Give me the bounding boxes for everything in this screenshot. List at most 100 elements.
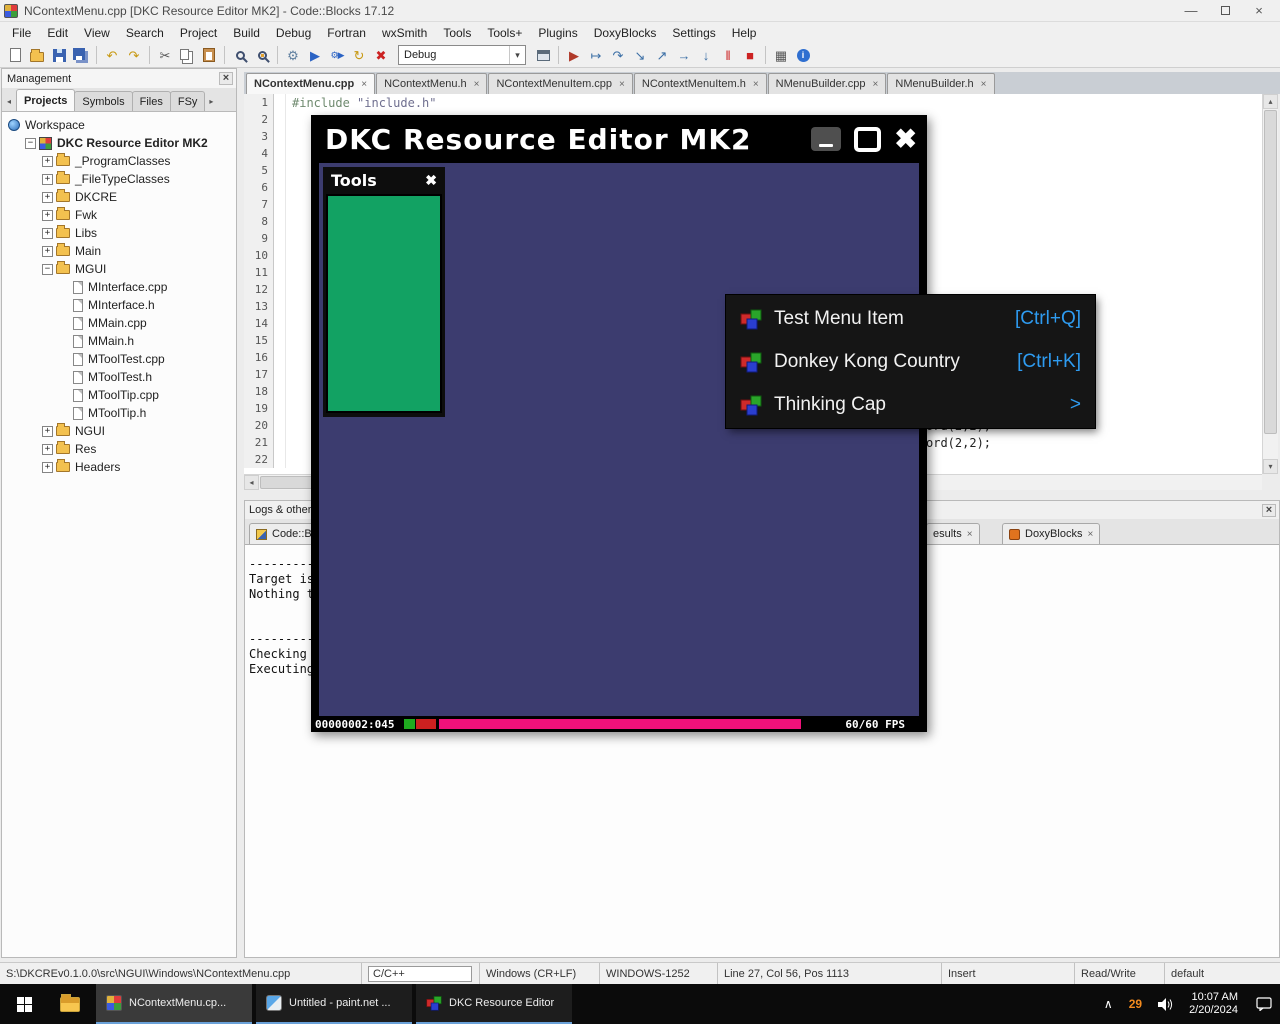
- tab-close-icon[interactable]: ×: [753, 79, 759, 90]
- editor-tab-ncontextmenu-h[interactable]: NContextMenu.h×: [376, 73, 487, 94]
- tree-item-mtooltip-cpp[interactable]: MToolTip.cpp: [2, 386, 236, 404]
- menu-search[interactable]: Search: [118, 23, 172, 43]
- debug-window-button[interactable]: [532, 44, 554, 66]
- tools-close-icon[interactable]: ✖: [425, 172, 437, 189]
- editor-tab-ncontextmenuitem-cpp[interactable]: NContextMenuItem.cpp×: [488, 73, 632, 94]
- menu-doxyblocks[interactable]: DoxyBlocks: [586, 23, 665, 43]
- tree-item-filetypeclasses[interactable]: +_FileTypeClasses: [2, 170, 236, 188]
- copy-button[interactable]: [176, 44, 198, 66]
- taskbar-app-dkc-resource-editor[interactable]: DKC Resource Editor: [416, 984, 572, 1024]
- tree-item-dkc-resource-editor-mk2[interactable]: −DKC Resource Editor MK2: [2, 134, 236, 152]
- tray-chevron-up-icon[interactable]: ∧: [1096, 984, 1121, 1024]
- file-explorer-button[interactable]: [48, 984, 92, 1024]
- editor-tab-nmenubuilder-cpp[interactable]: NMenuBuilder.cpp×: [768, 73, 887, 94]
- editor-tab-nmenubuilder-h[interactable]: NMenuBuilder.h×: [887, 73, 994, 94]
- tab-close-icon[interactable]: ×: [361, 79, 367, 90]
- scroll-left-icon[interactable]: ◂: [244, 475, 259, 490]
- menu-build[interactable]: Build: [225, 23, 268, 43]
- expand-box-icon[interactable]: +: [42, 246, 53, 257]
- menu-settings[interactable]: Settings: [664, 23, 723, 43]
- tree-item-dkcre[interactable]: +DKCRE: [2, 188, 236, 206]
- tree-item-minterface-cpp[interactable]: MInterface.cpp: [2, 278, 236, 296]
- dkc-titlebar[interactable]: DKC Resource Editor MK2 ✖: [311, 115, 927, 163]
- menu-wxsmith[interactable]: wxSmith: [374, 23, 435, 43]
- editor-tab-ncontextmenu-cpp[interactable]: NContextMenu.cpp×: [246, 73, 375, 94]
- tree-item-mgui[interactable]: −MGUI: [2, 260, 236, 278]
- next-line-button[interactable]: ↷: [607, 44, 629, 66]
- log-tab-esults[interactable]: esults×: [926, 523, 980, 544]
- tab-close-icon[interactable]: ×: [619, 79, 625, 90]
- expand-box-icon[interactable]: +: [42, 156, 53, 167]
- build-button[interactable]: ⚙: [282, 44, 304, 66]
- editor-tab-ncontextmenuitem-h[interactable]: NContextMenuItem.h×: [634, 73, 767, 94]
- abort-build-button[interactable]: ✖: [370, 44, 392, 66]
- tray-temperature[interactable]: 29: [1121, 984, 1150, 1024]
- tools-palette-titlebar[interactable]: Tools ✖: [323, 167, 445, 193]
- editor-vertical-scrollbar[interactable]: ▴ ▾: [1262, 94, 1278, 474]
- context-menu-item-donkey-kong-country[interactable]: Donkey Kong Country[Ctrl+K]: [726, 340, 1095, 383]
- tree-item-mmain-cpp[interactable]: MMain.cpp: [2, 314, 236, 332]
- dkc-close-button[interactable]: ✖: [894, 127, 917, 152]
- menu-view[interactable]: View: [76, 23, 118, 43]
- expand-box-icon[interactable]: +: [42, 462, 53, 473]
- dkc-maximize-button[interactable]: [854, 127, 881, 152]
- step-into-button[interactable]: ↘: [629, 44, 651, 66]
- tree-item-mmain-h[interactable]: MMain.h: [2, 332, 236, 350]
- menu-plugins[interactable]: Plugins: [530, 23, 585, 43]
- close-button[interactable]: ×: [1242, 1, 1276, 21]
- action-center-icon[interactable]: [1248, 984, 1280, 1024]
- volume-icon[interactable]: [1150, 984, 1181, 1024]
- collapse-box-icon[interactable]: −: [25, 138, 36, 149]
- context-menu-item-thinking-cap[interactable]: Thinking Cap>: [726, 383, 1095, 426]
- save-all-files-button[interactable]: [70, 44, 92, 66]
- debugging-windows-button[interactable]: ▦: [770, 44, 792, 66]
- stop-debugger-button[interactable]: ■: [739, 44, 761, 66]
- open-file-button[interactable]: [26, 44, 48, 66]
- break-debugger-button[interactable]: ‖: [717, 44, 739, 66]
- tab-close-icon[interactable]: ×: [1087, 529, 1093, 540]
- run-to-cursor-button[interactable]: ↦: [585, 44, 607, 66]
- maximize-button[interactable]: [1208, 1, 1242, 21]
- scroll-up-icon[interactable]: ▴: [1263, 94, 1278, 109]
- tool-swatch[interactable]: [326, 194, 442, 413]
- tree-item-res[interactable]: +Res: [2, 440, 236, 458]
- various-info-button[interactable]: i: [792, 44, 814, 66]
- tab-files[interactable]: Files: [132, 91, 171, 111]
- tab-close-icon[interactable]: ×: [981, 79, 987, 90]
- expand-box-icon[interactable]: +: [42, 192, 53, 203]
- menu-edit[interactable]: Edit: [39, 23, 76, 43]
- expand-box-icon[interactable]: +: [42, 210, 53, 221]
- tree-item-libs[interactable]: +Libs: [2, 224, 236, 242]
- menu-file[interactable]: File: [4, 23, 39, 43]
- start-button[interactable]: [0, 984, 48, 1024]
- tree-item-mtooltest-cpp[interactable]: MToolTest.cpp: [2, 350, 236, 368]
- tab-close-icon[interactable]: ×: [873, 79, 879, 90]
- expand-box-icon[interactable]: +: [42, 426, 53, 437]
- menu-tools[interactable]: Tools: [435, 23, 479, 43]
- menu-tools[interactable]: Tools+: [479, 23, 530, 43]
- undo-button[interactable]: ↶: [101, 44, 123, 66]
- tree-item-main[interactable]: +Main: [2, 242, 236, 260]
- logs-close-icon[interactable]: ×: [1262, 504, 1276, 517]
- paste-button[interactable]: [198, 44, 220, 66]
- rebuild-button[interactable]: ↻: [348, 44, 370, 66]
- tree-item-mtooltest-h[interactable]: MToolTest.h: [2, 368, 236, 386]
- debug-continue-button[interactable]: ▶: [563, 44, 585, 66]
- tree-item-headers[interactable]: +Headers: [2, 458, 236, 476]
- management-close-icon[interactable]: ×: [219, 72, 233, 85]
- tree-item-minterface-h[interactable]: MInterface.h: [2, 296, 236, 314]
- tree-item-workspace[interactable]: Workspace: [2, 116, 236, 134]
- step-out-button[interactable]: ↗: [651, 44, 673, 66]
- context-menu-item-test-menu-item[interactable]: Test Menu Item[Ctrl+Q]: [726, 297, 1095, 340]
- scroll-down-icon[interactable]: ▾: [1263, 459, 1278, 474]
- vertical-scroll-thumb[interactable]: [1264, 110, 1277, 434]
- find-button[interactable]: [229, 44, 251, 66]
- taskbar-app-untitled-paint-net[interactable]: Untitled - paint.net ...: [256, 984, 412, 1024]
- dkc-minimize-button[interactable]: [811, 127, 841, 151]
- collapse-box-icon[interactable]: −: [42, 264, 53, 275]
- tabs-scroll-right-icon[interactable]: ▸: [204, 91, 218, 111]
- taskbar-clock[interactable]: 10:07 AM 2/20/2024: [1181, 984, 1248, 1024]
- tree-item-mtooltip-h[interactable]: MToolTip.h: [2, 404, 236, 422]
- build-and-run-button[interactable]: ⚙▶: [326, 44, 348, 66]
- next-instruction-button[interactable]: →: [673, 44, 695, 66]
